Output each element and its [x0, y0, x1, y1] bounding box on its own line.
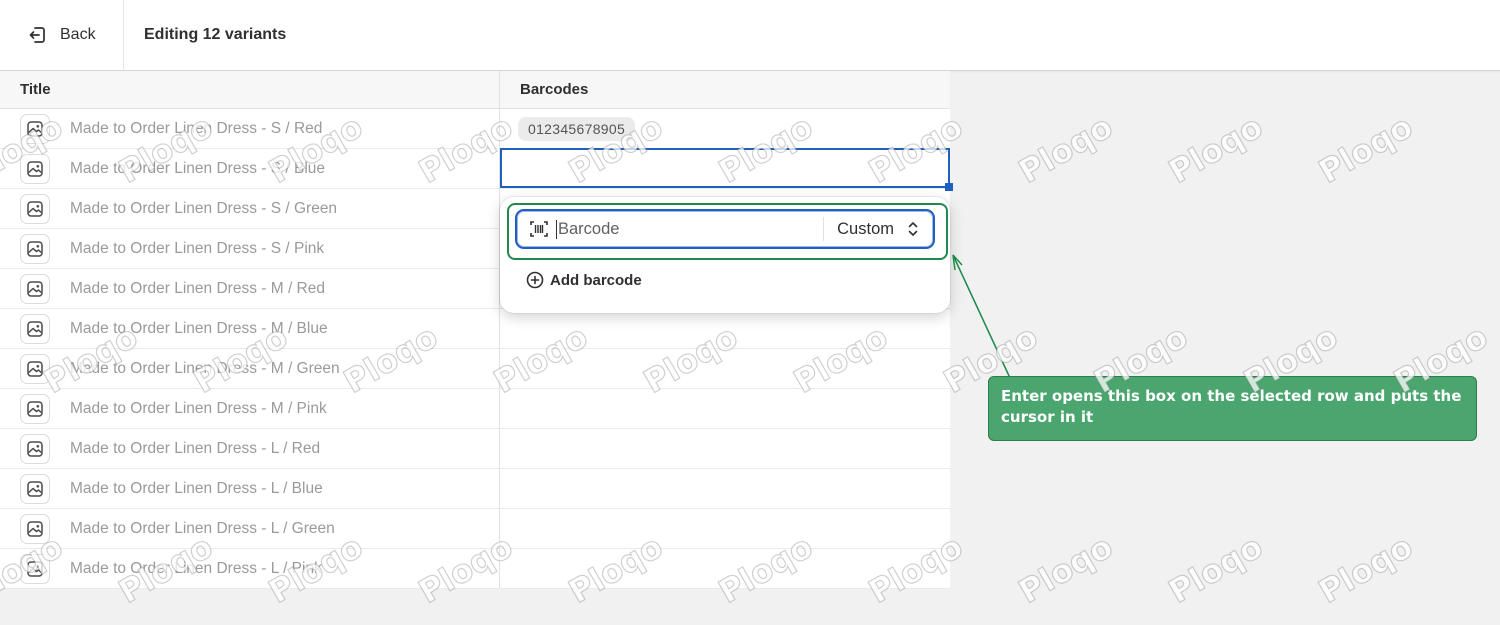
cell-barcode[interactable] — [500, 309, 950, 348]
image-placeholder-icon — [20, 553, 50, 584]
watermark-text: Ploqo — [1012, 107, 1120, 192]
image-placeholder-icon — [20, 313, 50, 344]
cell-title[interactable]: Made to Order Linen Dress - S / Pink — [0, 229, 500, 268]
cell-title[interactable]: Made to Order Linen Dress - L / Green — [0, 509, 500, 548]
back-label: Back — [60, 26, 96, 43]
image-placeholder-icon — [20, 273, 50, 304]
watermark-text: Ploqo — [1162, 107, 1270, 192]
image-placeholder-icon — [20, 153, 50, 184]
variant-title: Made to Order Linen Dress - L / Red — [70, 439, 321, 457]
column-header-barcodes[interactable]: Barcodes — [500, 71, 950, 108]
image-placeholder-icon — [20, 433, 50, 464]
cell-title[interactable]: Made to Order Linen Dress - S / Green — [0, 189, 500, 228]
table-row[interactable]: Made to Order Linen Dress - M / Blue — [0, 309, 950, 349]
variant-title: Made to Order Linen Dress - M / Pink — [70, 399, 327, 417]
table-row[interactable]: Made to Order Linen Dress - L / Pink — [0, 549, 950, 589]
add-barcode-label: Add barcode — [550, 271, 642, 289]
watermark-text: Ploqo — [1012, 527, 1120, 612]
watermark-text: Ploqo — [1312, 527, 1420, 612]
cell-barcode-selected[interactable] — [500, 148, 953, 191]
cell-title[interactable]: Made to Order Linen Dress - M / Red — [0, 269, 500, 308]
table-row[interactable]: Made to Order Linen Dress - M / Green — [0, 349, 950, 389]
table-row[interactable]: Made to Order Linen Dress - L / Green — [0, 509, 950, 549]
image-placeholder-icon — [20, 233, 50, 264]
grid-body: Made to Order Linen Dress - S / Red 01234… — [0, 109, 953, 589]
variants-grid: Title Barcodes Made to Order Linen Dress… — [0, 71, 953, 589]
image-placeholder-icon — [20, 193, 50, 224]
variant-title: Made to Order Linen Dress - L / Green — [70, 519, 335, 537]
cell-barcode[interactable]: 012345678905 — [500, 109, 950, 148]
cell-title[interactable]: Made to Order Linen Dress - M / Blue — [0, 309, 500, 348]
image-placeholder-icon — [20, 513, 50, 544]
variant-title: Made to Order Linen Dress - M / Blue — [70, 319, 328, 337]
cell-title[interactable]: Made to Order Linen Dress - M / Pink — [0, 389, 500, 428]
variant-title: Made to Order Linen Dress - S / Red — [70, 119, 323, 137]
cell-title[interactable]: Made to Order Linen Dress - L / Red — [0, 429, 500, 468]
variant-title: Made to Order Linen Dress - S / Pink — [70, 239, 325, 257]
table-row[interactable]: Made to Order Linen Dress - S / Blue — [0, 148, 953, 191]
table-row[interactable]: Made to Order Linen Dress - M / Pink — [0, 389, 950, 429]
image-placeholder-icon — [20, 353, 50, 384]
image-placeholder-icon — [20, 473, 50, 504]
variant-title: Made to Order Linen Dress - M / Green — [70, 359, 340, 377]
cell-title[interactable]: Made to Order Linen Dress - S / Blue — [0, 149, 500, 188]
cell-barcode[interactable] — [500, 469, 950, 508]
variant-title: Made to Order Linen Dress - L / Pink — [70, 559, 322, 577]
column-header-title[interactable]: Title — [0, 71, 500, 108]
barcode-type-select[interactable]: Custom — [823, 217, 933, 241]
table-row[interactable]: Made to Order Linen Dress - L / Blue — [0, 469, 950, 509]
image-placeholder-icon — [20, 393, 50, 424]
variant-title: Made to Order Linen Dress - S / Blue — [70, 159, 326, 177]
image-placeholder-icon — [20, 113, 50, 144]
cell-title[interactable]: Made to Order Linen Dress - M / Green — [0, 349, 500, 388]
cell-barcode[interactable] — [500, 349, 950, 388]
cell-title[interactable]: Made to Order Linen Dress - L / Pink — [0, 549, 500, 588]
cell-title[interactable]: Made to Order Linen Dress - S / Red — [0, 109, 500, 148]
cell-barcode[interactable] — [500, 389, 950, 428]
back-button[interactable]: Back — [0, 0, 124, 71]
exit-arrow-icon — [29, 27, 45, 43]
plus-circle-icon — [526, 271, 544, 289]
page-title: Editing 12 variants — [144, 26, 287, 43]
add-barcode-button[interactable]: Add barcode — [526, 271, 642, 289]
barcode-field[interactable]: Custom — [515, 209, 935, 249]
table-row[interactable]: Made to Order Linen Dress - L / Red — [0, 429, 950, 469]
cell-barcode[interactable] — [500, 429, 950, 468]
barcode-type-value: Custom — [837, 219, 894, 238]
variant-title: Made to Order Linen Dress - M / Red — [70, 279, 325, 297]
cell-barcode[interactable] — [500, 509, 950, 548]
table-row[interactable]: Made to Order Linen Dress - S / Red 01234… — [0, 109, 950, 149]
cell-barcode[interactable] — [500, 549, 950, 588]
variant-title: Made to Order Linen Dress - S / Green — [70, 199, 338, 217]
barcode-input[interactable] — [556, 219, 806, 239]
watermark-text: Ploqo — [1162, 527, 1270, 612]
top-bar: Back Editing 12 variants — [0, 0, 1500, 71]
chevron-up-down-icon — [908, 222, 918, 236]
grid-header: Title Barcodes — [0, 71, 950, 109]
barcode-popover: Custom Add barcode — [500, 197, 950, 313]
cell-title[interactable]: Made to Order Linen Dress - L / Blue — [0, 469, 500, 508]
barcode-scan-icon — [530, 221, 548, 237]
watermark-text: Ploqo — [1312, 107, 1420, 192]
barcode-chip: 012345678905 — [518, 116, 636, 141]
variant-title: Made to Order Linen Dress - L / Blue — [70, 479, 323, 497]
annotation-callout: Enter opens this box on the selected row… — [988, 376, 1477, 441]
